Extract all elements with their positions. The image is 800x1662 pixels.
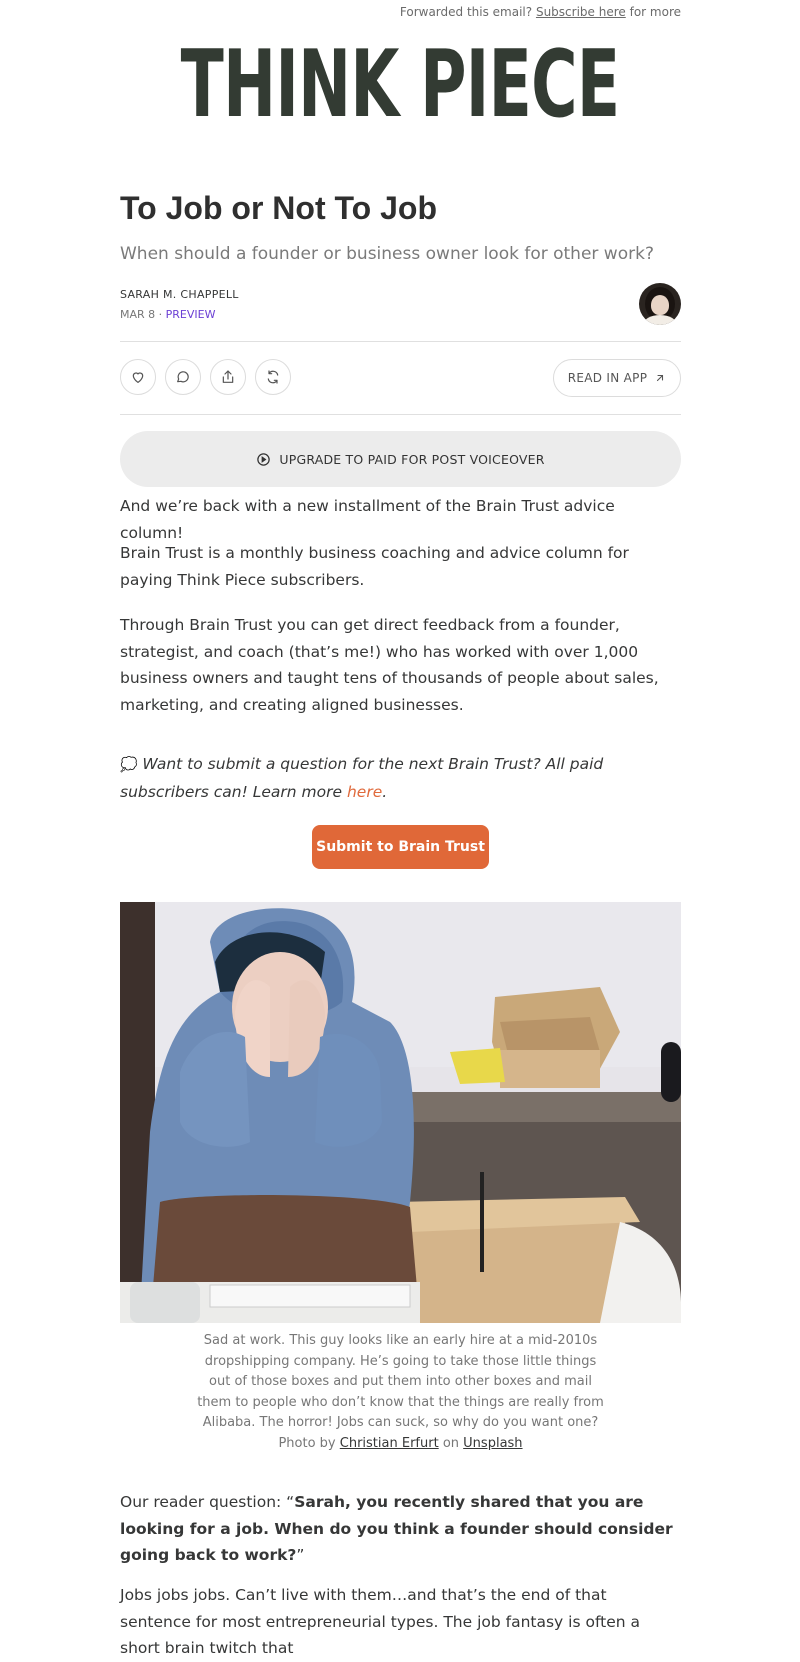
- caption-text: Sad at work. This guy looks like an earl…: [197, 1333, 604, 1430]
- heart-icon: [132, 372, 144, 383]
- photographer-link[interactable]: Christian Erfurt: [340, 1436, 439, 1451]
- thought-bubble-icon: 💭: [120, 757, 138, 773]
- paragraph-intro: And we’re back with a new installment of…: [120, 497, 615, 542]
- comment-icon: [177, 371, 189, 383]
- photo-credit: Photo by Christian Erfurt on Unsplash: [195, 1434, 606, 1455]
- paragraph-jobs: Jobs jobs jobs. Can’t live with them…and…: [120, 1586, 640, 1657]
- like-button[interactable]: [120, 359, 156, 395]
- author-name[interactable]: SARAH M. CHAPPELL: [120, 288, 239, 301]
- submit-brain-trust-button[interactable]: Submit to Brain Trust: [312, 825, 489, 869]
- play-circle-icon: [257, 452, 271, 466]
- question-suffix: ”: [296, 1546, 305, 1564]
- unsplash-link[interactable]: Unsplash: [463, 1436, 522, 1451]
- post-meta: MAR 8 · PREVIEW: [120, 308, 215, 321]
- publication-logo[interactable]: THINK PIECE: [128, 38, 672, 131]
- post-title[interactable]: To Job or Not To Job: [120, 190, 437, 227]
- meta-separator: ·: [158, 308, 163, 321]
- learn-more-link[interactable]: here: [347, 783, 382, 801]
- share-button[interactable]: [210, 359, 246, 395]
- sad-worker-illustration: [120, 902, 681, 1323]
- read-in-app-button[interactable]: READ IN APP: [553, 359, 681, 397]
- voiceover-upgrade-button[interactable]: UPGRADE TO PAID FOR POST VOICEOVER: [120, 431, 681, 487]
- paragraph-brain-trust: Brain Trust is a monthly business coachi…: [120, 544, 629, 589]
- forward-notice: Forwarded this email? Subscribe here for…: [400, 5, 681, 19]
- paragraph-feedback: Through Brain Trust you can get direct f…: [120, 616, 659, 714]
- photo-by-label: Photo by: [278, 1435, 336, 1451]
- author-avatar[interactable]: [639, 283, 681, 325]
- arrow-up-right-icon: [657, 374, 664, 382]
- read-in-app-label: READ IN APP: [567, 371, 648, 385]
- forward-prefix: Forwarded this email?: [399, 5, 533, 19]
- divider-top: [120, 341, 681, 342]
- submit-note-end: .: [382, 782, 388, 801]
- restack-button[interactable]: [255, 359, 291, 395]
- post-date: MAR 8: [120, 308, 156, 321]
- paragraph-submit-note: 💭 Want to submit a question for the next…: [120, 751, 681, 805]
- avatar-shirt: [643, 315, 677, 325]
- photo-caption: Sad at work. This guy looks like an earl…: [195, 1331, 606, 1454]
- photo-on-label: on: [442, 1435, 460, 1451]
- subscribe-link[interactable]: Subscribe here: [536, 5, 626, 19]
- post-subtitle: When should a founder or business owner …: [120, 244, 654, 264]
- avatar-face: [651, 295, 669, 315]
- voiceover-label: UPGRADE TO PAID FOR POST VOICEOVER: [279, 451, 545, 467]
- restack-icon: [267, 370, 279, 384]
- article-photo: [120, 902, 681, 1323]
- question-prefix: Our reader question: “: [120, 1493, 295, 1511]
- paragraph-reader-question: Our reader question: “Sarah, you recentl…: [120, 1489, 681, 1569]
- comment-button[interactable]: [165, 359, 201, 395]
- divider-bottom: [120, 414, 681, 415]
- forward-suffix: for more: [629, 5, 681, 19]
- preview-tag: PREVIEW: [165, 308, 216, 321]
- share-icon: [222, 370, 234, 383]
